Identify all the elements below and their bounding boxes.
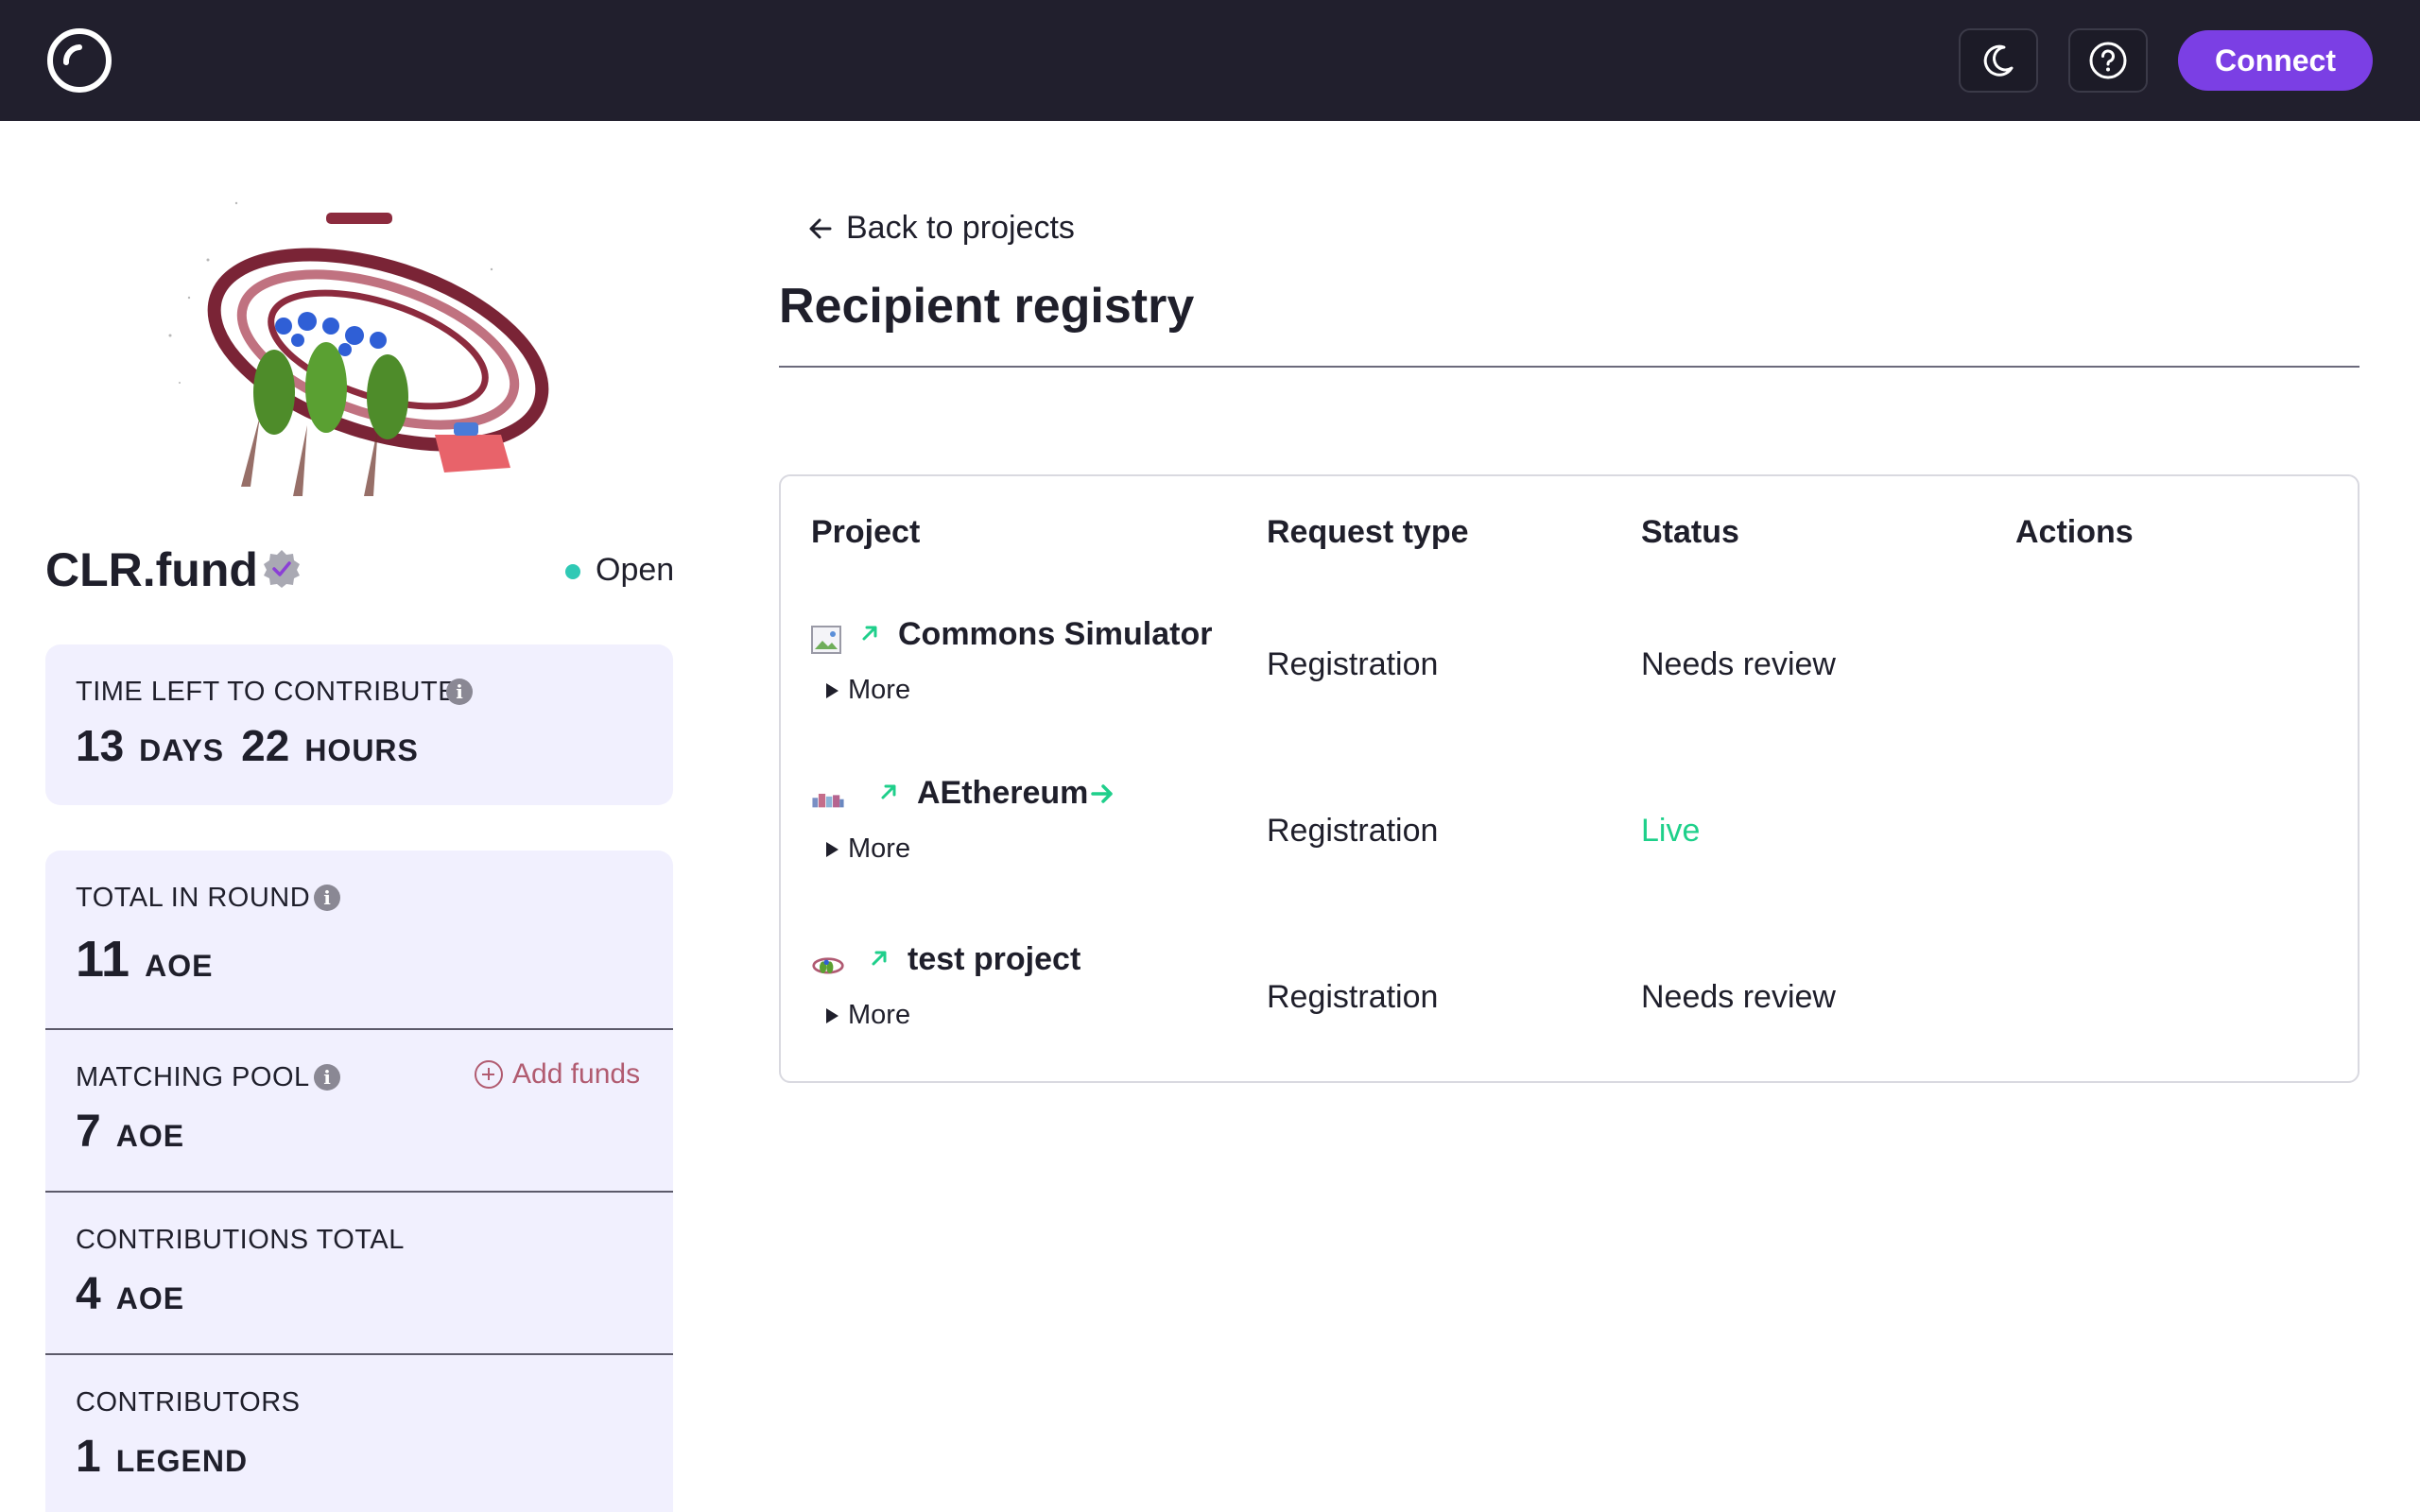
time-left-card: TIME LEFT TO CONTRIBUTE i 13 DAYS 22 HOU…	[45, 644, 673, 805]
project-name[interactable]: Commons Simulator	[898, 616, 1212, 653]
caret-right-icon	[826, 841, 838, 857]
contributions-total-label: CONTRIBUTIONS TOTAL	[76, 1225, 405, 1255]
status-cell: Live	[1641, 813, 1701, 849]
broken-image-icon	[811, 626, 841, 654]
contributors-unit: LEGEND	[115, 1444, 249, 1478]
more-label: More	[848, 675, 911, 705]
status-cell: Needs review	[1641, 646, 1836, 682]
total-in-round-number: 11	[76, 931, 130, 988]
contributions-total-number: 4	[76, 1269, 101, 1319]
matching-pool-number: 7	[76, 1107, 101, 1157]
theme-toggle-button[interactable]	[1959, 28, 2038, 93]
more-toggle[interactable]: More	[826, 675, 910, 706]
hours-unit: HOURS	[304, 733, 419, 767]
project-name[interactable]: test project	[908, 941, 1080, 978]
back-to-projects-link[interactable]: Back to projects	[808, 210, 1075, 247]
page-title: Recipient registry	[779, 279, 1195, 334]
contributions-total-unit: AOE	[115, 1281, 185, 1315]
request-type-cell: Registration	[1267, 646, 1439, 682]
hours-value: 22	[241, 721, 290, 770]
recipient-table: Project Request type Status Actions Comm…	[779, 474, 2360, 1083]
status-cell: Needs review	[1641, 979, 1836, 1015]
external-link-icon[interactable]	[856, 620, 883, 646]
header-request-type: Request type	[1267, 514, 1469, 550]
total-in-round-label: TOTAL IN ROUND	[76, 883, 311, 913]
add-funds-label: Add funds	[512, 1058, 641, 1090]
verified-badge-icon	[264, 550, 300, 588]
project-thumbnail	[812, 957, 844, 974]
info-icon[interactable]: i	[446, 679, 473, 705]
more-toggle[interactable]: More	[826, 833, 910, 865]
contributions-total-card: CONTRIBUTIONS TOTAL 4 AOE	[45, 1193, 673, 1355]
more-label: More	[848, 833, 911, 864]
circle-logo-icon[interactable]	[45, 26, 113, 94]
request-type-cell: Registration	[1267, 979, 1439, 1015]
total-in-round-unit: AOE	[145, 949, 214, 983]
request-type-cell: Registration	[1267, 813, 1439, 849]
arrow-left-icon	[809, 218, 832, 238]
contributors-card: CONTRIBUTORS 1 LEGEND	[45, 1355, 673, 1512]
table-row: AEthereum More Registration Live	[781, 765, 2358, 932]
info-icon[interactable]: i	[314, 885, 340, 911]
title-divider	[779, 366, 2360, 368]
contributors-label: CONTRIBUTORS	[76, 1387, 301, 1418]
add-funds-button[interactable]: Add funds	[475, 1058, 640, 1091]
round-status: Open	[596, 552, 675, 588]
header-status: Status	[1641, 514, 1739, 550]
matching-pool-value: 7 AOE	[76, 1106, 201, 1158]
help-button[interactable]	[2068, 28, 2148, 93]
table-row: test project More Registration Needs rev…	[781, 932, 2358, 1098]
question-circle-icon	[2089, 42, 2127, 79]
days-unit: DAYS	[139, 733, 225, 767]
matching-pool-card: MATCHING POOL i Add funds 7 AOE	[45, 1030, 673, 1193]
external-link-icon[interactable]	[875, 779, 902, 805]
back-to-projects-label: Back to projects	[846, 210, 1075, 246]
info-icon[interactable]: i	[314, 1064, 340, 1091]
total-in-round-value: 11 AOE	[76, 930, 230, 988]
caret-right-icon	[826, 682, 838, 698]
external-link-icon[interactable]	[866, 945, 892, 971]
time-left-label: TIME LEFT TO CONTRIBUTE	[76, 677, 458, 707]
plus-circle-icon	[475, 1060, 503, 1089]
time-left-value: 13 DAYS 22 HOURS	[76, 720, 436, 771]
matching-pool-unit: AOE	[115, 1119, 185, 1153]
contributors-value: 1 LEGEND	[76, 1431, 265, 1483]
more-toggle[interactable]: More	[826, 1000, 910, 1031]
matching-pool-label: MATCHING POOL	[76, 1062, 310, 1092]
contributors-number: 1	[76, 1432, 101, 1482]
arrow-right-icon[interactable]	[1089, 781, 1115, 807]
days-value: 13	[76, 721, 125, 770]
status-dot	[565, 564, 580, 579]
connect-button[interactable]: Connect	[2178, 30, 2373, 91]
total-in-round-card: TOTAL IN ROUND i 11 AOE	[45, 850, 673, 1030]
header-actions: Actions	[2015, 514, 2134, 550]
more-label: More	[848, 1000, 911, 1030]
round-name: CLR.fund	[45, 543, 258, 596]
round-illustration	[168, 201, 549, 496]
table-row: Commons Simulator More Registration Need…	[781, 599, 2358, 765]
project-thumbnail	[812, 793, 844, 808]
project-name[interactable]: AEthereum	[917, 775, 1088, 812]
moon-icon	[1983, 44, 2014, 77]
top-navbar: Connect	[0, 0, 2420, 121]
caret-right-icon	[826, 1007, 838, 1023]
contributions-total-value: 4 AOE	[76, 1268, 201, 1320]
header-project: Project	[811, 514, 921, 550]
